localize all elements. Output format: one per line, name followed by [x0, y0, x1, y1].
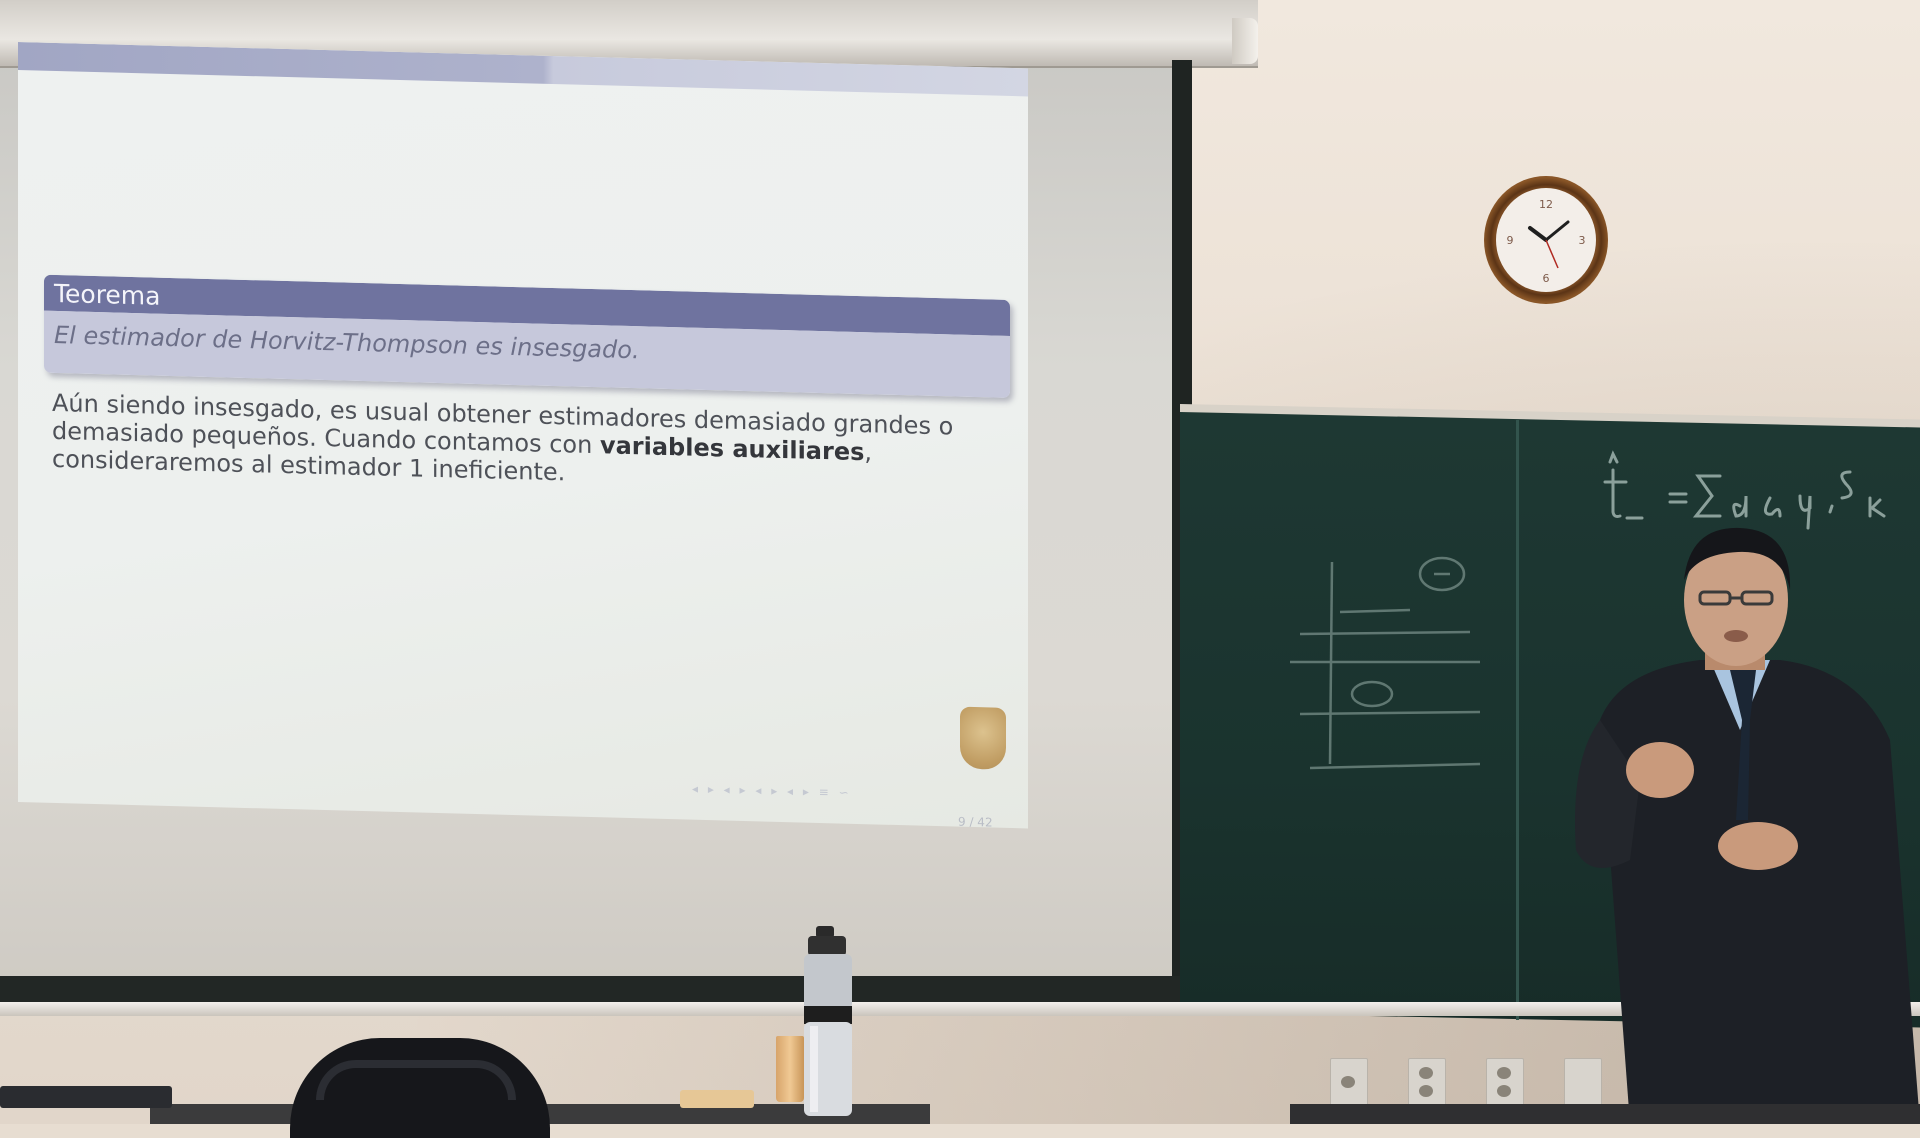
beamer-navigation-icons: ◂ ▸ ◂ ▸ ◂ ▸ ◂ ▸ ≡ ∽: [692, 781, 852, 800]
slide-page-number: 9 / 42: [958, 814, 993, 829]
theorem-block: Teorema El estimador de Horvitz-Thompson…: [44, 274, 1010, 398]
svg-text:6: 6: [1543, 272, 1550, 285]
electrical-outlet: [1486, 1058, 1524, 1106]
electrical-outlet: [1408, 1058, 1446, 1106]
paragraph-bold-text: variables auxiliares: [599, 431, 865, 467]
svg-text:12: 12: [1539, 198, 1553, 211]
projected-slide: Teorema El estimador de Horvitz-Thompson…: [18, 42, 1028, 829]
presenter: [1575, 527, 1920, 1124]
lectern: [1290, 1104, 1920, 1124]
screen-bottom-bar: [0, 976, 1192, 1002]
keyboard: [0, 1086, 172, 1108]
wall-switch: [1330, 1058, 1368, 1106]
chalkboard-eraser: [680, 1090, 754, 1108]
backpack-strap: [316, 1060, 516, 1100]
slide-paragraph: Aún siendo insesgado, es usual obtener e…: [52, 389, 982, 497]
svg-text:3: 3: [1579, 234, 1586, 247]
university-seal-icon: [960, 706, 1006, 770]
clock-hands-icon: 12 3 6 9: [1507, 198, 1586, 285]
theorem-title: Teorema: [54, 278, 161, 311]
screen-roller-cap: [1232, 18, 1258, 64]
svg-text:9: 9: [1507, 234, 1514, 247]
water-bottle: [804, 926, 852, 1116]
